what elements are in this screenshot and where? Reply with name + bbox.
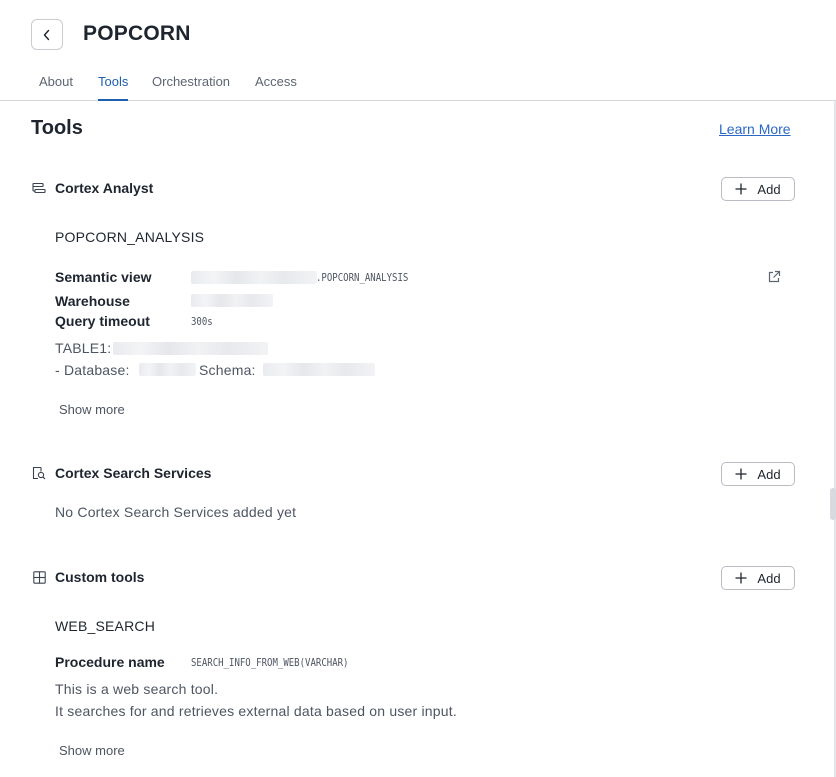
- cortex-search-label: Cortex Search Services: [55, 465, 212, 481]
- query-timeout-label: Query timeout: [55, 313, 150, 329]
- custom-tool-item-name: WEB_SEARCH: [55, 618, 156, 634]
- page-title: POPCORN: [83, 22, 191, 45]
- cortex-search-header: Cortex Search Services: [31, 465, 211, 481]
- back-button[interactable]: [31, 19, 63, 50]
- schema-label: Schema:: [199, 362, 256, 378]
- table-label: TABLE1:: [55, 340, 112, 356]
- search-document-icon: [31, 465, 47, 481]
- semantic-view-label: Semantic view: [55, 269, 152, 285]
- analyst-item-name: POPCORN_ANALYSIS: [55, 229, 205, 245]
- procedure-name-value: SEARCH_INFO_FROM_WEB(VARCHAR): [191, 656, 349, 669]
- tab-bar: About Tools Orchestration Access: [0, 66, 836, 101]
- add-custom-tool-button[interactable]: Add: [721, 566, 795, 590]
- custom-tools-header: Custom tools: [31, 569, 144, 585]
- custom-tools-label: Custom tools: [55, 569, 145, 585]
- add-cortex-search-button[interactable]: Add: [721, 462, 795, 486]
- learn-more-link[interactable]: Learn More: [719, 121, 791, 137]
- add-button-label: Add: [757, 570, 781, 586]
- redacted-schema: [263, 363, 375, 376]
- tool-description-line-1: This is a web search tool.: [55, 681, 219, 697]
- add-button-label: Add: [757, 466, 781, 482]
- tab-tools[interactable]: Tools: [98, 74, 129, 101]
- show-more-custom-tools-button[interactable]: Show more: [59, 743, 125, 758]
- redacted-value: [191, 271, 317, 284]
- procedure-name-label: Procedure name: [55, 654, 165, 670]
- query-timeout-value: 300s: [191, 315, 213, 328]
- analyst-icon: [31, 180, 47, 196]
- tab-access[interactable]: Access: [255, 74, 297, 101]
- plus-icon: [735, 183, 747, 195]
- warehouse-label: Warehouse: [55, 293, 130, 309]
- add-button-label: Add: [757, 181, 781, 197]
- external-link-icon[interactable]: [767, 270, 781, 284]
- tab-orchestration[interactable]: Orchestration: [152, 74, 230, 101]
- redacted-table: [113, 342, 268, 355]
- semantic-view-value: .POPCORN_ANALYSIS: [316, 271, 409, 284]
- cortex-analyst-header: Cortex Analyst: [31, 180, 153, 196]
- plus-icon: [735, 468, 747, 480]
- cortex-search-empty-text: No Cortex Search Services added yet: [55, 504, 297, 520]
- tab-about[interactable]: About: [39, 74, 73, 101]
- redacted-warehouse: [191, 294, 273, 307]
- tool-description-line-2: It searches for and retrieves external d…: [55, 703, 457, 719]
- scrollbar-thumb[interactable]: [830, 488, 836, 520]
- show-more-analyst-button[interactable]: Show more: [59, 402, 125, 417]
- redacted-database: [139, 363, 196, 376]
- cortex-analyst-label: Cortex Analyst: [55, 180, 154, 196]
- section-title: Tools: [31, 117, 83, 139]
- grid-icon: [31, 569, 47, 585]
- database-label: - Database:: [55, 362, 130, 378]
- chevron-left-icon: [43, 29, 50, 40]
- plus-icon: [735, 572, 747, 584]
- add-cortex-analyst-button[interactable]: Add: [721, 177, 795, 201]
